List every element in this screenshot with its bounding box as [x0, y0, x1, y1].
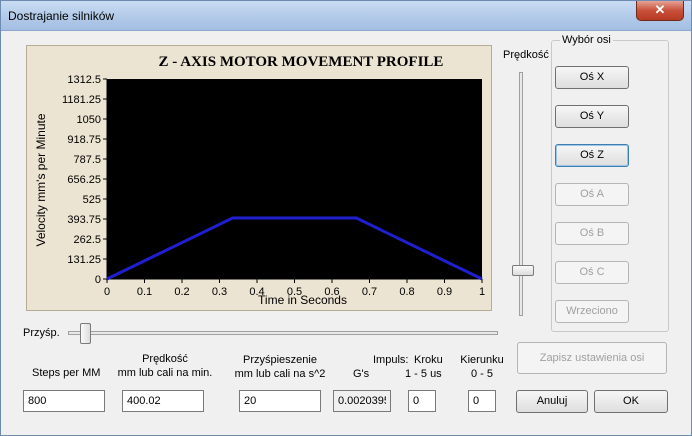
chart-canvas: 0 0.1 0.2 0.3 0.4 0.5 0.6 0.7 0.8 0.9 10131.25262.…	[34, 74, 485, 307]
velocity-input[interactable]	[122, 390, 204, 412]
accel-label: Przyśpieszenie	[243, 354, 317, 366]
y-tick-label: 0	[95, 274, 101, 286]
velocity-slider-thumb[interactable]	[512, 264, 534, 276]
x-tick-label: 1	[479, 286, 485, 298]
axis-c-button[interactable]: Oś C	[555, 261, 629, 284]
y-axis-title: Velocity mm's per Minute	[34, 113, 48, 246]
velocity-unit-label: mm lub cali na min.	[117, 367, 213, 379]
gs-readout	[333, 390, 391, 412]
acceleration-input[interactable]	[239, 390, 321, 412]
x-axis-title: Time in Seconds	[258, 293, 347, 307]
axis-x-button[interactable]: Oś X	[555, 66, 629, 89]
window-title: Dostrajanie silników	[8, 9, 115, 23]
gs-label: G's	[353, 368, 370, 380]
cancel-button[interactable]: Anuluj	[516, 390, 588, 413]
y-tick-label: 1312.5	[67, 74, 101, 86]
ok-button[interactable]: OK	[594, 390, 668, 413]
x-tick-label: 0.1	[137, 286, 152, 298]
title-bar[interactable]: Dostrajanie silników ✕	[1, 1, 691, 31]
direction-range-label: 0 - 5	[470, 368, 493, 380]
velocity-label: Prędkość	[142, 353, 188, 365]
spindle-button[interactable]: Wrzeciono	[555, 300, 629, 323]
y-tick-label: 656.25	[67, 174, 101, 186]
y-tick-label: 787.5	[73, 154, 101, 166]
steps-per-mm-label: Steps per MM	[32, 367, 101, 379]
accel-slider-label: Przyśp.	[23, 327, 60, 339]
x-tick-label: 0.9	[437, 286, 452, 298]
accel-unit-label: mm lub cali na s^2	[234, 368, 326, 380]
motor-profile-chart: Z - AXIS MOTOR MOVEMENT PROFILE 0 0.1 0.2 0…	[26, 45, 492, 311]
y-tick-label: 918.75	[67, 134, 101, 146]
axis-a-button[interactable]: Oś A	[555, 183, 629, 206]
axis-y-button[interactable]: Oś Y	[555, 105, 629, 128]
y-tick-label: 393.75	[67, 214, 101, 226]
step-pulse-label: Kroku	[414, 354, 443, 366]
axis-group-legend: Wybór osi	[560, 34, 613, 46]
step-pulse-input[interactable]	[408, 390, 436, 412]
y-tick-label: 1181.25	[62, 94, 101, 106]
accel-slider-track[interactable]	[68, 331, 498, 335]
velocity-slider-label: Prędkość	[503, 49, 549, 61]
axis-z-button[interactable]: Oś Z	[555, 144, 629, 167]
x-tick-label: 0.8	[399, 286, 414, 298]
plot-area	[107, 79, 482, 279]
impuls-label: Impuls:	[373, 354, 409, 366]
steps-per-mm-input[interactable]	[23, 390, 105, 412]
save-axis-settings-button[interactable]: Zapisz ustawienia osi	[517, 342, 667, 374]
y-tick-label: 525	[83, 194, 101, 206]
close-icon: ✕	[654, 2, 666, 17]
x-tick-label: 0.2	[174, 286, 189, 298]
accel-slider-thumb[interactable]	[80, 323, 92, 344]
direction-label: Kierunku	[460, 354, 504, 366]
direction-pulse-input[interactable]	[468, 390, 496, 412]
axis-b-button[interactable]: Oś B	[555, 222, 629, 245]
x-tick-label: 0	[104, 286, 110, 298]
y-tick-label: 262.5	[73, 234, 101, 246]
y-tick-label: 1050	[77, 114, 101, 126]
x-tick-label: 0.3	[212, 286, 227, 298]
y-tick-label: 131.25	[67, 254, 101, 266]
close-button[interactable]: ✕	[636, 1, 684, 21]
step-pulse-range-label: 1 - 5 us	[405, 368, 442, 380]
x-tick-label: 0.7	[362, 286, 377, 298]
velocity-slider-track[interactable]	[519, 72, 523, 316]
